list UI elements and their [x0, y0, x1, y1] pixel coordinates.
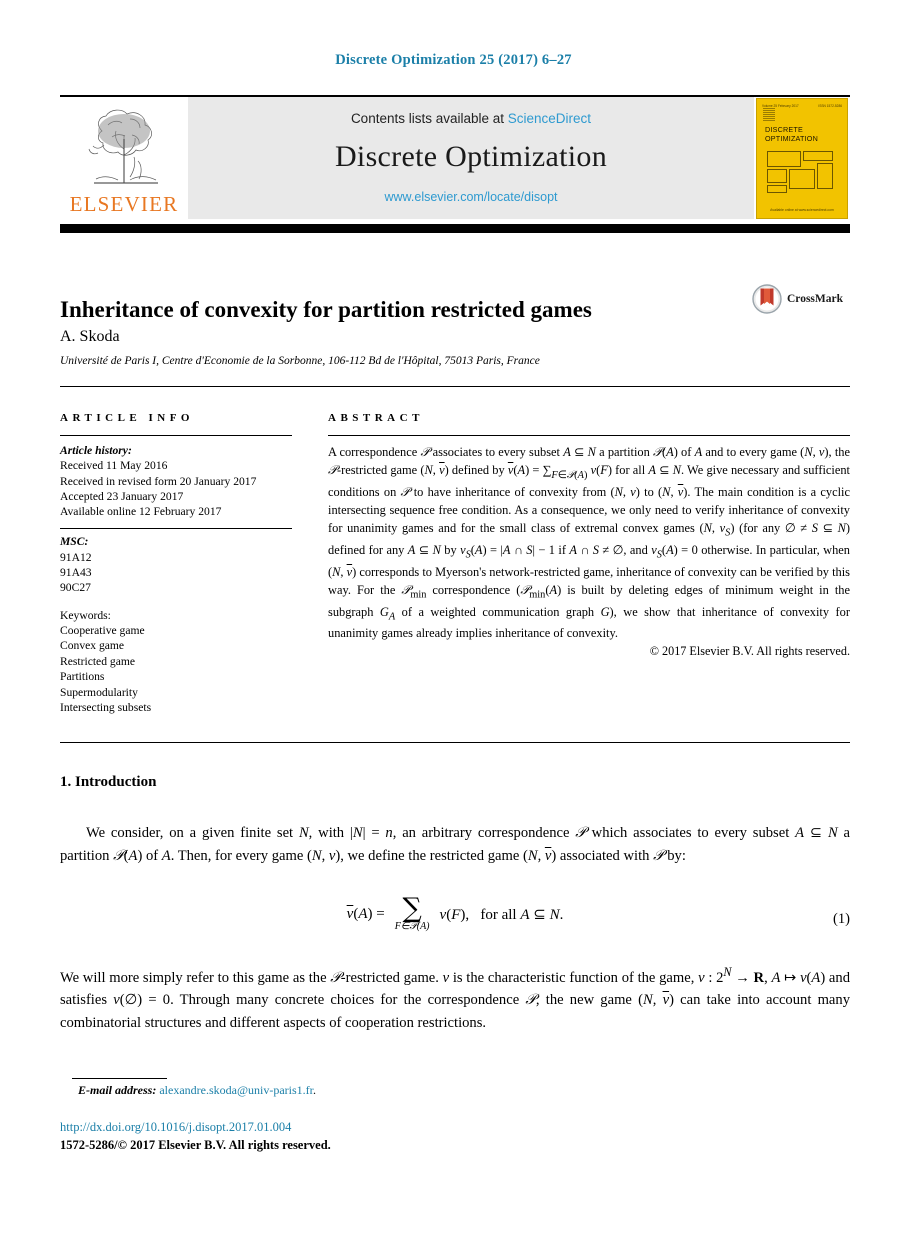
equation-1-rhs: v(F), for all A ⊆ N. — [439, 907, 564, 924]
equation-1-content: v(A) = ∑ F∈𝒫(A) v(F), for all A ⊆ N. — [346, 893, 564, 932]
keyword-item: Intersecting subsets — [60, 701, 152, 715]
banner-bottom-bar — [60, 224, 850, 233]
running-head: Discrete Optimization 25 (2017) 6–27 — [335, 52, 572, 68]
article-info-heading: ARTICLE INFO — [60, 412, 194, 424]
article-history-block: Article history: Received 11 May 2016 Re… — [60, 443, 292, 519]
equation-1: v(A) = ∑ F∈𝒫(A) v(F), for all A ⊆ N. (1) — [60, 893, 850, 932]
history-item: Available online 12 February 2017 — [60, 505, 222, 519]
sciencedirect-link[interactable]: ScienceDirect — [508, 111, 591, 126]
sigma-icon: ∑ — [402, 893, 422, 924]
history-item: Received in revised form 20 January 2017 — [60, 474, 257, 488]
title-block-rule — [60, 386, 850, 387]
equation-1-sum-subscript: F∈𝒫(A) — [394, 920, 430, 932]
cover-title-line2: OPTIMIZATION — [765, 133, 818, 143]
keywords-label: Keywords: — [60, 608, 111, 622]
email-link[interactable]: alexandre.skoda@univ-paris1.fr — [159, 1083, 313, 1097]
cover-artwork — [767, 150, 835, 197]
msc-item: 91A43 — [60, 566, 92, 580]
abstract-copyright: © 2017 Elsevier B.V. All rights reserved… — [649, 644, 850, 659]
msc-item: 91A12 — [60, 550, 92, 564]
article-history-label: Article history: — [60, 444, 132, 457]
author-affiliation: Université de Paris I, Centre d'Economie… — [60, 355, 540, 367]
issn-copyright: 1572-5286/© 2017 Elsevier B.V. All right… — [60, 1138, 331, 1152]
email-footnote: E-mail address: alexandre.skoda@univ-par… — [78, 1083, 316, 1098]
journal-banner: ELSEVIER Contents lists available at Sci… — [60, 97, 850, 219]
cover-box-2 — [803, 150, 833, 161]
abstract-heading: ABSTRACT — [328, 412, 424, 424]
msc-rule — [60, 528, 292, 530]
crossmark-icon — [752, 284, 782, 314]
keyword-item: Partitions — [60, 670, 105, 684]
keyword-item: Convex game — [60, 639, 125, 653]
crossmark-label: CrossMark — [787, 293, 844, 305]
summation-symbol: ∑ F∈𝒫(A) — [394, 893, 430, 932]
elsevier-logo: ELSEVIER — [60, 97, 188, 219]
contents-prefix: Contents lists available at — [350, 110, 508, 126]
section-heading-introduction: 1. Introduction — [60, 774, 157, 790]
cover-title-line1: DISCRETE — [765, 124, 803, 134]
page-title: Inheritance of convexity for partition r… — [60, 297, 592, 323]
keywords-block: Keywords: Cooperative game Convex game R… — [60, 608, 292, 716]
doi-link[interactable]: http://dx.doi.org/10.1016/j.disopt.2017.… — [60, 1120, 291, 1135]
msc-block: MSC: 91A12 91A43 90C27 — [60, 534, 292, 595]
cover-box-1 — [767, 150, 801, 167]
article-info-column: ARTICLE INFO Article history: Received 1… — [60, 412, 292, 716]
cover-image: Volume 25 February 2017 ISSN 1572-5286 D… — [756, 97, 848, 219]
banner-center: Contents lists available at ScienceDirec… — [188, 97, 754, 219]
equation-1-lhs: v(A) = — [346, 906, 385, 923]
abstract-rule — [328, 435, 850, 436]
cover-elsevier-mark-icon — [763, 106, 775, 121]
article-info-rule — [60, 435, 292, 436]
abstract-column: ABSTRACT A correspondence 𝒫 associates t… — [328, 412, 850, 659]
cover-issn: ISSN 1572-5286 — [818, 103, 842, 108]
intro-paragraph-2: We will more simply refer to this game a… — [60, 965, 851, 1032]
cover-title: DISCRETE OPTIMIZATION — [765, 125, 818, 143]
history-item: Received 11 May 2016 — [60, 459, 168, 473]
history-item: Accepted 23 January 2017 — [60, 489, 184, 503]
msc-item: 90C27 — [60, 581, 91, 595]
cover-box-6 — [767, 184, 787, 193]
journal-cover-thumbnail: Volume 25 February 2017 ISSN 1572-5286 D… — [754, 97, 850, 219]
crossmark-badge[interactable]: CrossMark — [752, 284, 843, 314]
journal-article-page: Discrete Optimization 25 (2017) 6–27 ELS… — [0, 0, 907, 1238]
cover-box-5 — [817, 162, 833, 189]
intro-paragraph-1: We consider, on a given finite set N, wi… — [60, 824, 850, 864]
cover-box-4 — [789, 168, 815, 189]
equation-1-number: (1) — [832, 911, 850, 927]
abstract-text: A correspondence 𝒫 associates to every s… — [328, 444, 851, 641]
footnote-rule — [72, 1078, 167, 1080]
keyword-item: Supermodularity — [60, 685, 138, 699]
journal-homepage-link[interactable]: www.elsevier.com/locate/disopt — [385, 190, 558, 204]
keyword-item: Cooperative game — [60, 624, 145, 638]
elsevier-wordmark: ELSEVIER — [69, 192, 179, 216]
msc-label: MSC: — [60, 535, 89, 549]
elsevier-tree-icon — [88, 109, 158, 184]
columns-bottom-rule — [60, 742, 850, 743]
email-period: . — [313, 1083, 317, 1097]
email-label: E-mail address: — [78, 1083, 157, 1097]
keyword-item: Restricted game — [60, 654, 136, 668]
contents-available-line: Contents lists available at ScienceDirec… — [351, 111, 591, 126]
author-name: A. Skoda — [60, 328, 120, 345]
cover-box-3 — [767, 168, 787, 183]
cover-footer: Available online at www.sciencedirect.co… — [770, 207, 834, 212]
journal-title: Discrete Optimization — [334, 139, 608, 173]
